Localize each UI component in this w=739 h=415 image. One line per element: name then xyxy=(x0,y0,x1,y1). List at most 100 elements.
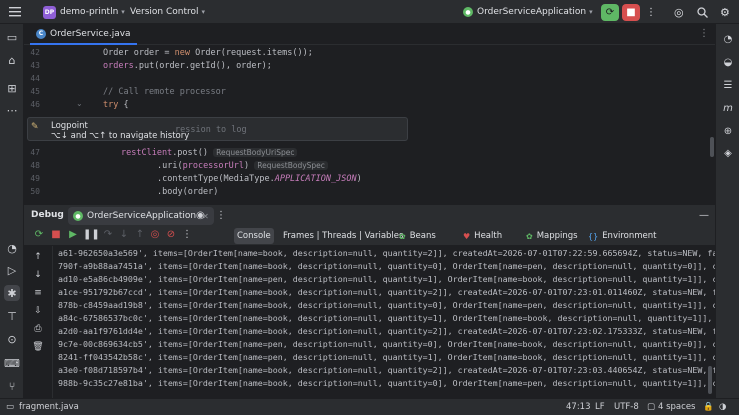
structure-tool-button[interactable]: ⊞ xyxy=(4,80,20,96)
maven-icon: m xyxy=(723,102,733,114)
learn-tool-button[interactable]: ⌂ xyxy=(4,52,20,68)
status-bar: ▭ fragment.java 47:13 LF UTF-8 ▢ 4 space… xyxy=(0,398,739,415)
debug-tool-button[interactable]: ✱ xyxy=(4,285,20,301)
logpoint-popup[interactable]: ✎ Logpoint ⌥↓ and ⌥↑ to navigate history… xyxy=(27,117,408,141)
log-expression-input[interactable]: ression to log xyxy=(175,125,247,135)
more-debug-actions[interactable]: ⋮ xyxy=(180,229,194,240)
line-number: 45 xyxy=(30,87,40,96)
tab-options-button[interactable]: ⋮ xyxy=(699,28,709,39)
minimize-panel-button[interactable]: — xyxy=(699,210,709,221)
main-menu-button[interactable] xyxy=(9,0,21,24)
project-name: demo-println xyxy=(60,7,119,17)
settings-button[interactable]: ⚙ xyxy=(720,0,730,24)
stop-debug-button[interactable]: ■ xyxy=(49,229,63,240)
user-icon[interactable]: ◑ xyxy=(719,402,726,412)
beans-icon: ✿ xyxy=(399,231,406,241)
spring-icon: ● xyxy=(73,211,83,221)
project-tool-button[interactable]: ▭ xyxy=(4,29,20,45)
editor-tab-orderservice[interactable]: C OrderService.java xyxy=(30,24,137,45)
view-breakpoints-button[interactable]: ◎ xyxy=(148,229,162,240)
resume-button[interactable]: ▶ xyxy=(66,229,80,240)
fold-icon[interactable]: ⌄ xyxy=(76,99,83,108)
copilot-icon: ◈ xyxy=(724,147,732,159)
scroll-up-button[interactable]: ↑ xyxy=(31,252,45,262)
editor-scrollbar[interactable] xyxy=(710,137,714,157)
tab-label: Environment xyxy=(602,231,657,241)
file-encoding[interactable]: UTF-8 xyxy=(614,402,639,412)
git-icon: ⑂ xyxy=(8,379,16,393)
code-line-48: .uri(processorUrl) RequestBodySpec xyxy=(157,161,328,171)
more-actions-button[interactable]: ⋮ xyxy=(646,0,656,24)
run-config-selector[interactable]: ● OrderServiceApplication ▾ xyxy=(463,0,593,24)
restart-icon: ⟳ xyxy=(605,7,615,18)
left-tool-window-bar: ▭ ⌂ ⊞ ⋯ ◔ ▷ ✱ ⊤ ⊙ ⌨ ⑂ xyxy=(0,24,24,398)
ai-assistant-button[interactable]: ◎ xyxy=(674,0,684,24)
lock-icon[interactable]: 🔒 xyxy=(703,402,714,412)
code-line-50: .body(order) xyxy=(157,187,219,197)
stop-button[interactable]: ■ xyxy=(622,4,640,21)
run-config-name: OrderServiceApplication xyxy=(477,7,587,17)
code-line-47: restClient.post() RequestBodyUriSpec xyxy=(121,148,298,158)
line-separator[interactable]: LF xyxy=(595,402,605,412)
mute-breakpoints-icon: ⊘ xyxy=(166,229,176,240)
more-tools-button[interactable]: ⋯ xyxy=(4,102,20,118)
log-line: 790f-a9b88aa7451a', items=[OrderItem[nam… xyxy=(58,261,715,271)
endpoints-button[interactable]: ⊕ xyxy=(720,123,736,139)
vcs-selector[interactable]: Version Control ▾ xyxy=(130,0,205,24)
soft-wrap-button[interactable]: ≡ xyxy=(31,288,45,298)
clear-console-button[interactable]: 🗑 xyxy=(31,342,45,352)
database-button[interactable]: ☰ xyxy=(720,77,736,93)
tab-environment[interactable]: {} Environment xyxy=(585,228,659,244)
pause-icon: ❚❚ xyxy=(83,229,100,240)
tab-mappings[interactable]: ✿ Mappings xyxy=(523,228,581,244)
pause-button[interactable]: ❚❚ xyxy=(83,229,100,240)
search-icon xyxy=(697,6,708,18)
search-button[interactable] xyxy=(697,0,708,24)
tab-health[interactable]: ♥ Health xyxy=(460,228,505,244)
gradle-button[interactable]: ◒ xyxy=(720,54,736,70)
camera-button[interactable]: ◉ xyxy=(196,210,205,221)
scroll-down-button[interactable]: ↓ xyxy=(31,270,45,280)
breadcrumb-file[interactable]: fragment.java xyxy=(19,402,79,412)
tab-frames[interactable]: Frames | Threads | Variables xyxy=(280,228,406,244)
rerun-button[interactable]: ⟳ xyxy=(32,229,46,240)
tab-label: Beans xyxy=(409,231,436,241)
terminal-tool-button[interactable]: ⌨ xyxy=(4,355,20,371)
trash-icon: 🗑 xyxy=(32,342,44,352)
line-number: 46 xyxy=(30,100,40,109)
run-tool-button[interactable]: ▷ xyxy=(4,262,20,278)
tab-beans[interactable]: ✿ Beans xyxy=(396,228,439,244)
tab-console[interactable]: Console xyxy=(234,228,274,244)
copilot-button[interactable]: ◈ xyxy=(720,145,736,161)
line-number: 50 xyxy=(30,187,40,196)
console-scrollbar[interactable] xyxy=(708,366,712,394)
console-output[interactable]: ↑ ↓ ≡ ⇩ ⎙ 🗑 a61-962650a3e569', items=[Or… xyxy=(24,246,715,398)
type-hint: RequestBodyUriSpec xyxy=(213,148,298,157)
caret-position[interactable]: 47:13 xyxy=(566,402,591,412)
mute-breakpoints-button[interactable]: ⊘ xyxy=(164,229,178,240)
project-selector[interactable]: DP demo-println ▾ xyxy=(43,0,125,24)
editor-tab-bar: C OrderService.java ⋮ xyxy=(24,24,715,45)
print-button[interactable]: ⎙ xyxy=(31,324,45,334)
indent-setting[interactable]: 4 spaces xyxy=(658,402,695,412)
maven-button[interactable]: m xyxy=(720,100,736,116)
session-label: OrderServiceApplication xyxy=(87,211,197,221)
build-tool-button[interactable]: ⊤ xyxy=(4,308,20,324)
terminal-icon: ⌨ xyxy=(4,356,20,370)
step-into-button[interactable]: ↓ xyxy=(117,229,131,240)
services-tool-button[interactable]: ◔ xyxy=(4,240,20,256)
warning-icon: ⊙ xyxy=(7,332,17,346)
logpoint-title: Logpoint xyxy=(51,121,88,131)
more-button[interactable]: ⋮ xyxy=(216,210,226,221)
restart-debug-button[interactable]: ⟳ xyxy=(601,4,619,21)
notifications-button[interactable]: ◔ xyxy=(720,31,736,47)
step-over-button[interactable]: ↷ xyxy=(101,229,115,240)
more-vertical-icon: ⋮ xyxy=(699,28,709,39)
tab-label: Frames | Threads | Variables xyxy=(283,231,404,241)
problems-tool-button[interactable]: ⊙ xyxy=(4,331,20,347)
debug-session-tab[interactable]: ● OrderServiceApplication ✕ xyxy=(68,207,214,225)
vcs-tool-button[interactable]: ⑂ xyxy=(4,378,20,394)
step-out-button[interactable]: ↑ xyxy=(133,229,147,240)
scroll-to-end-button[interactable]: ⇩ xyxy=(31,306,45,316)
scroll-end-icon: ⇩ xyxy=(34,306,42,316)
